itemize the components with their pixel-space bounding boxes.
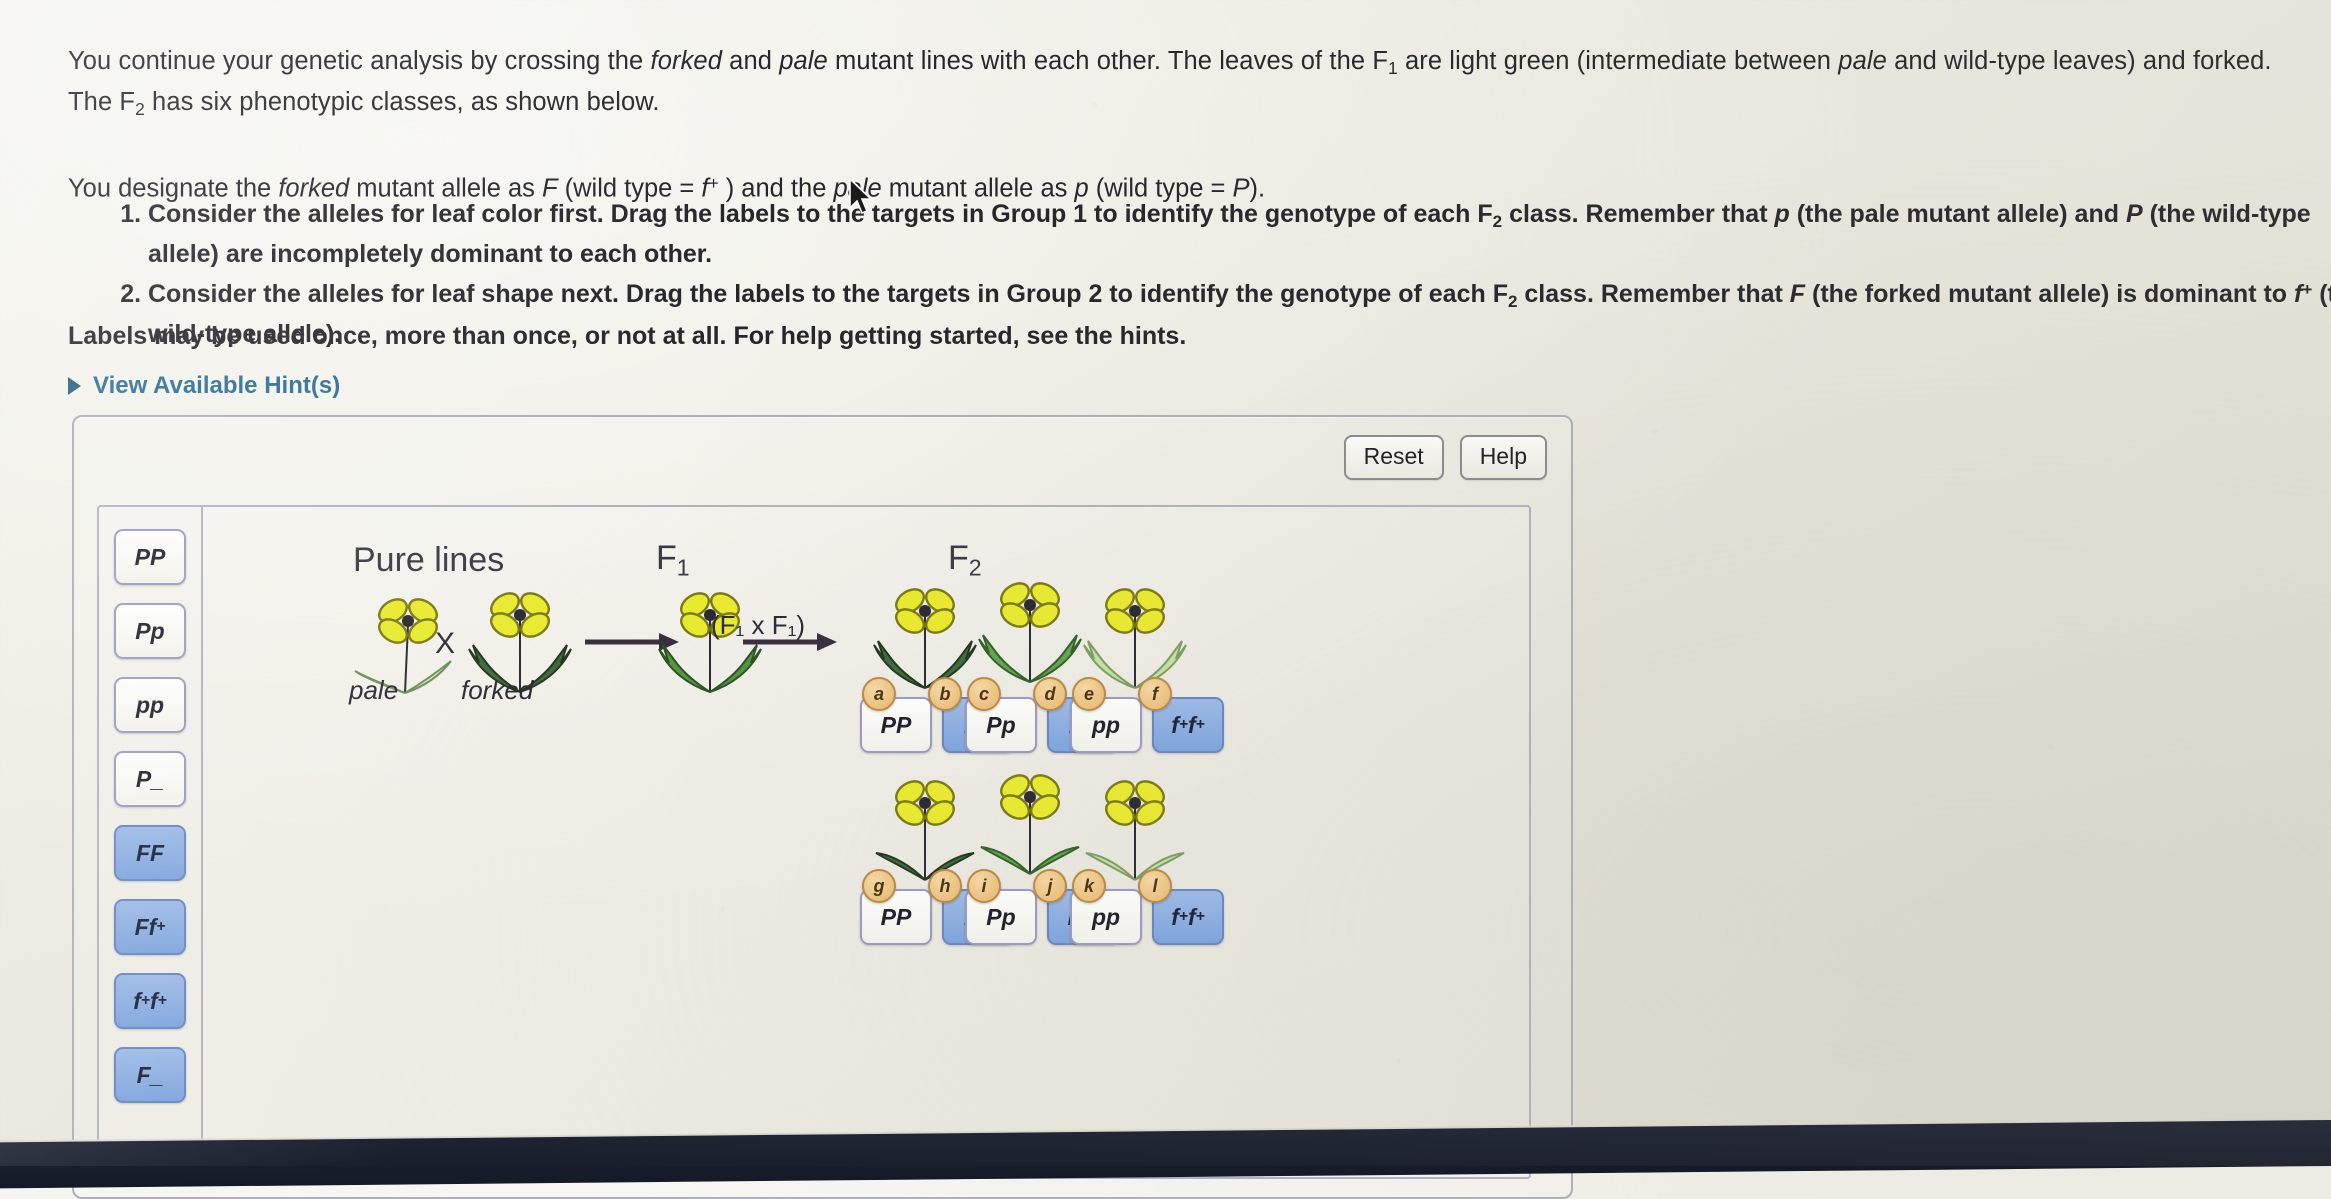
- plant-f2-i: [980, 774, 1080, 875]
- badge-k: k: [1072, 869, 1106, 903]
- intro-p1-pale: pale: [779, 47, 828, 75]
- allele-f-plus-sup: +: [708, 172, 719, 193]
- chevron-right-icon: [68, 377, 81, 395]
- label-chip-PP[interactable]: PP: [114, 529, 186, 585]
- reset-button[interactable]: Reset: [1343, 435, 1444, 480]
- badge-g: g: [862, 869, 896, 903]
- badge-a: a: [862, 677, 896, 711]
- step2-allele-F: F: [1789, 279, 1806, 308]
- label-chip-fplusfplus[interactable]: f + f +: [114, 973, 186, 1029]
- labels-usage-note: Labels may be used once, more than once,…: [68, 322, 1187, 350]
- badge-i: i: [967, 869, 1001, 903]
- step2-allele-f-sup: +: [2302, 279, 2313, 299]
- drag-drop-board: PP Pp pp P _ FF Ff + f + f + F _ Pure lines F1…: [97, 505, 1531, 1179]
- badge-f: f: [1138, 677, 1172, 711]
- help-button[interactable]: Help: [1459, 435, 1547, 480]
- forked-parent-label: forked: [461, 675, 534, 705]
- intro-p1-mid1: and: [722, 47, 780, 75]
- intro-p1-mid2: mutant lines with each other. The leaves…: [827, 47, 1389, 75]
- step1-allele-p: p: [1774, 200, 1790, 228]
- screenshot-page: You continue your genetic analysis by cr…: [0, 0, 2331, 1199]
- label-chip-pp[interactable]: pp: [114, 677, 186, 733]
- panel-toolbar: Reset Help: [1343, 435, 1547, 480]
- intro-paragraph-1: You continue your genetic analysis by cr…: [68, 44, 2318, 126]
- intro-p1-f2-sub: 2: [135, 98, 145, 119]
- intro-p1-f1-sub: 1: [1388, 57, 1398, 78]
- label-chip-Ffplus[interactable]: Ff +: [114, 899, 186, 955]
- step2-text-1: Consider the alleles for leaf shape next…: [148, 279, 1508, 308]
- badge-b: b: [928, 677, 962, 711]
- diagram-stage: Pure lines F1 F2 pale X forked (F₁ x F₁)…: [203, 507, 1529, 1177]
- step1-f2-sub: 2: [1492, 211, 1503, 231]
- label-palette: PP Pp pp P _ FF Ff + f + f + F _: [99, 507, 203, 1177]
- intro-p1-pre: You continue your genetic analysis by cr…: [68, 47, 651, 75]
- f1-heading: F1: [656, 539, 690, 581]
- label-chip-Pp[interactable]: Pp: [114, 603, 186, 659]
- cross-arrow-2: [743, 633, 837, 651]
- view-hints-link[interactable]: View Available Hint(s): [68, 372, 340, 400]
- intro-p1-mid3: are light green (intermediate between: [1397, 47, 1839, 75]
- step2-text-3: (the forked mutant allele) is dominant t…: [1805, 279, 2295, 308]
- step1-text-3: (the pale mutant allele) and: [1789, 200, 2126, 228]
- badge-h: h: [928, 869, 962, 903]
- label-chip-FF[interactable]: FF: [114, 825, 186, 881]
- badge-j: j: [1033, 869, 1067, 903]
- step1-text-1: Consider the alleles for leaf color firs…: [148, 200, 1493, 228]
- badge-d: d: [1033, 677, 1067, 711]
- intro-p1-pale-2: pale: [1838, 47, 1887, 75]
- problem-statement: You continue your genetic analysis by cr…: [68, 44, 2318, 205]
- intro-p1-end: has six phenotypic classes, as shown bel…: [144, 87, 660, 116]
- pure-lines-heading: Pure lines: [353, 541, 505, 579]
- instruction-item-1: Consider the alleles for leaf color firs…: [148, 198, 2331, 270]
- label-chip-P-blank[interactable]: P _: [114, 751, 186, 807]
- step1-allele-P: P: [2125, 200, 2143, 228]
- badge-l: l: [1138, 869, 1172, 903]
- f1-heading-text: F: [656, 539, 677, 577]
- step2-text-2: class. Remember that: [1517, 279, 1790, 308]
- intro-p1-forked: forked: [650, 47, 722, 75]
- activity-panel: Reset Help PP Pp pp P _ FF Ff + f + f + F _ Pu…: [72, 415, 1573, 1199]
- mouse-cursor: [849, 178, 873, 215]
- pale-parent-label: pale: [349, 675, 399, 705]
- view-hints-label: View Available Hint(s): [93, 372, 341, 399]
- badge-c: c: [967, 677, 1001, 711]
- cross-symbol: X: [435, 627, 456, 660]
- plant-f2-c: [978, 582, 1082, 683]
- step1-text-2: class. Remember that: [1502, 200, 1775, 228]
- label-chip-F-blank[interactable]: F _: [114, 1047, 186, 1103]
- f2-heading-text: F: [948, 539, 969, 577]
- badge-e: e: [1072, 677, 1106, 711]
